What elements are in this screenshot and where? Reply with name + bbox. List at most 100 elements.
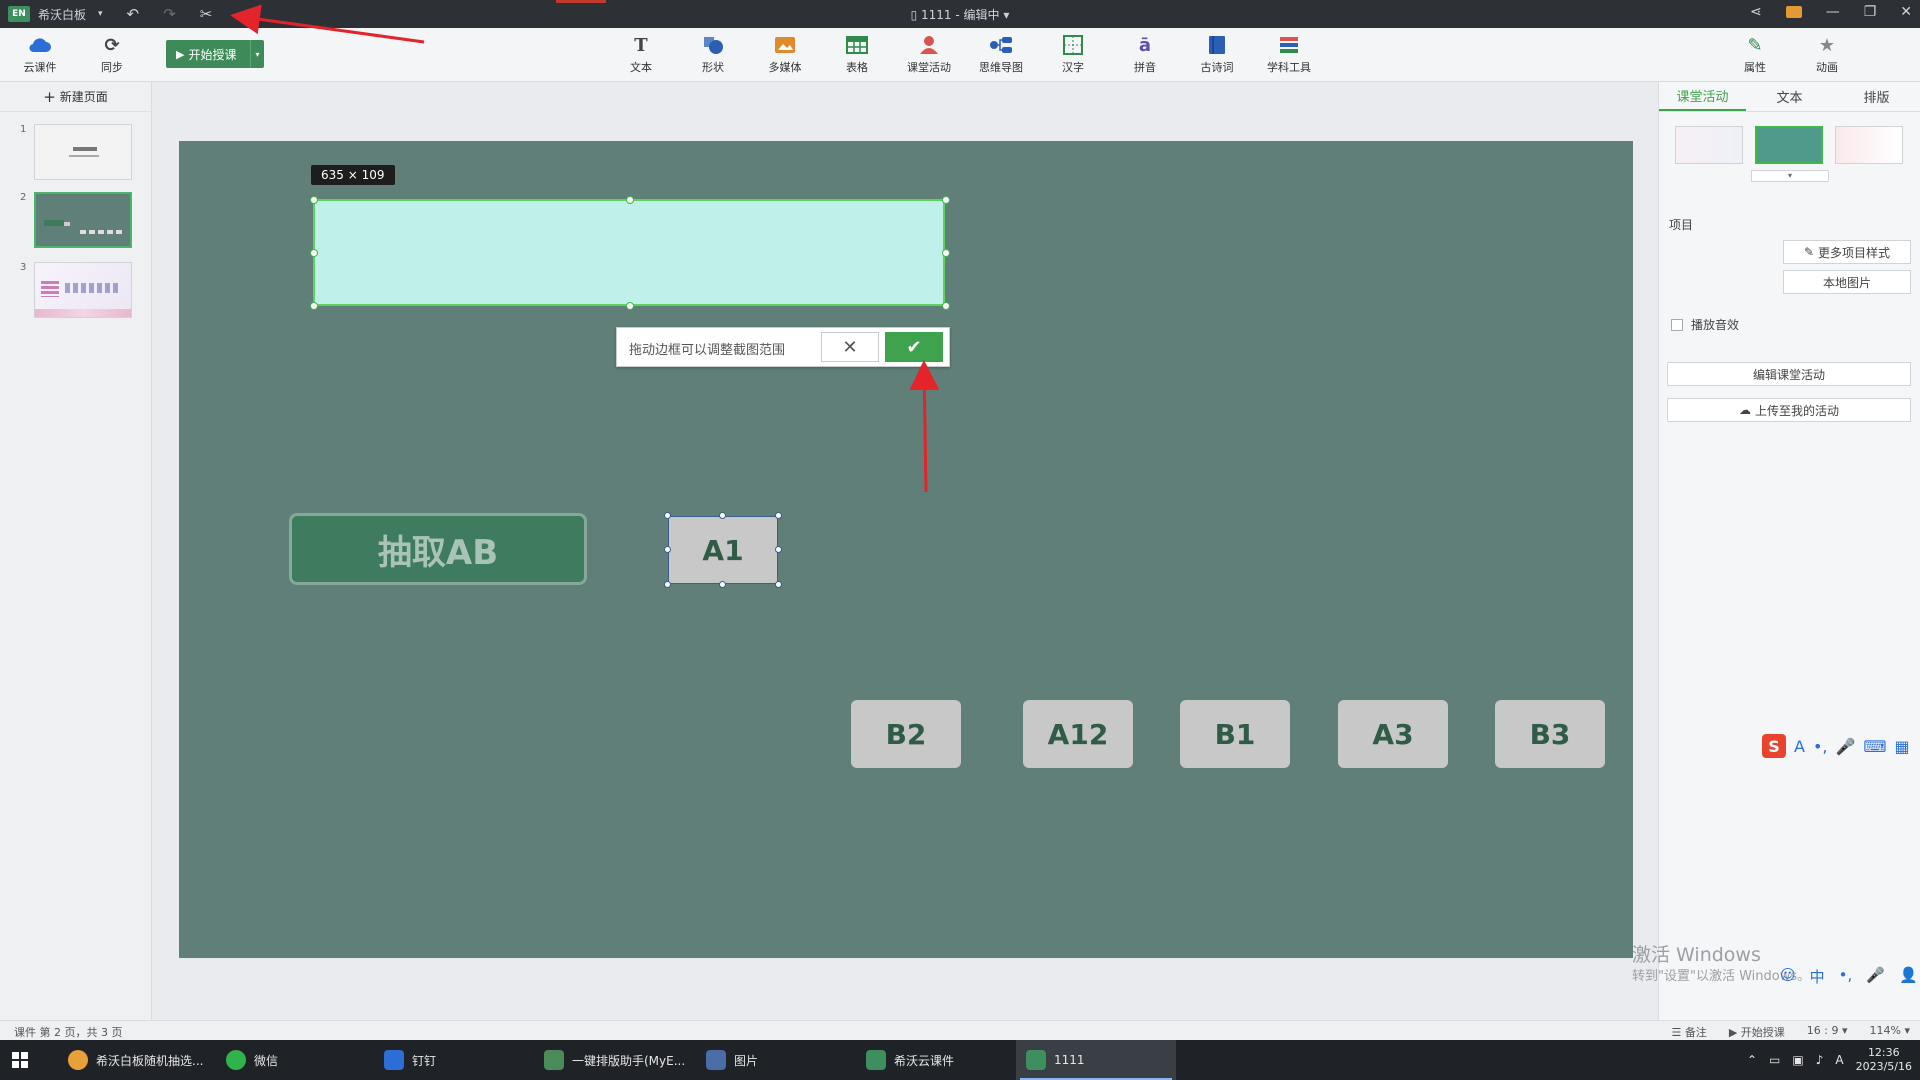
toolbar-item-text[interactable]: T 文本 [611,34,671,75]
start-teaching-status-button[interactable]: ▶ 开始授课 [1729,1024,1785,1040]
properties-button[interactable]: ✎ 属性 [1725,34,1785,75]
template-thumbnail-selected[interactable] [1755,126,1823,164]
crop-handle-se[interactable] [942,302,950,310]
card-handle-e[interactable] [775,546,782,553]
sync-button[interactable]: ⟳ 同步 [82,34,142,75]
taskbar-item[interactable]: 图片 [696,1040,846,1080]
crop-confirm-button[interactable]: ✔ [885,332,943,362]
taskbar-item-active[interactable]: 1111 [1016,1040,1176,1080]
template-thumbnail[interactable] [1675,126,1743,164]
notes-button[interactable]: ☰ 备注 [1671,1024,1706,1040]
ime-mode-icon[interactable]: A [1794,737,1805,756]
start-teaching-dropdown-icon[interactable]: ▾ [250,40,264,68]
upload-activity-button[interactable]: ☁ 上传至我的活动 [1667,398,1911,422]
tab-text[interactable]: 文本 [1746,82,1833,111]
taskbar-item[interactable]: 希沃白板随机抽选... [58,1040,208,1080]
minimize-icon[interactable]: — [1826,4,1840,20]
keyboard-icon[interactable]: ⌨ [1863,737,1886,756]
page-thumbnail-2[interactable]: 2 [0,192,152,252]
card[interactable]: B1 [1180,700,1290,768]
card-handle-s[interactable] [719,581,726,588]
taskbar-item[interactable]: 微信 [216,1040,366,1080]
cloud-button[interactable]: 云课件 [10,34,70,75]
chevron-up-icon[interactable]: ⌃ [1747,1053,1757,1067]
thumbnail-image [34,262,132,318]
toolbar-item-activity[interactable]: 课堂活动 [899,34,959,75]
crop-handle-n[interactable] [626,196,634,204]
tab-layout[interactable]: 排版 [1833,82,1920,111]
toolbar-item-hanzi[interactable]: 汉字 [1043,34,1103,75]
undo-icon[interactable]: ↶ [127,5,140,23]
draw-ab-button[interactable]: 抽取AB [289,513,587,585]
windows-start-icon[interactable] [12,1052,28,1068]
sogou-ime-icon[interactable]: S [1762,734,1786,758]
app-menu-caret-icon[interactable]: ▾ [98,9,103,19]
taskbar-item[interactable]: 希沃云课件 [856,1040,1016,1080]
crop-selection-box[interactable] [313,199,945,306]
zoom-select[interactable]: 114% ▾ [1870,1024,1910,1040]
aspect-ratio-select[interactable]: 16 : 9 ▾ [1807,1024,1848,1040]
card-handle-ne[interactable] [775,512,782,519]
taskbar-item[interactable]: 钉钉 [374,1040,524,1080]
selected-card[interactable]: A1 [668,516,778,584]
more-item-styles-button[interactable]: ✎ 更多项目样式 [1783,240,1911,264]
toolbar-item-table[interactable]: 表格 [827,34,887,75]
ime-indicator[interactable]: A [1835,1053,1843,1067]
monitor-icon[interactable]: ▣ [1792,1053,1803,1067]
toolbar-item-poem[interactable]: 古诗词 [1187,34,1247,75]
card-handle-nw[interactable] [664,512,671,519]
card-handle-n[interactable] [719,512,726,519]
animation-button[interactable]: ★ 动画 [1797,34,1857,75]
microphone-icon[interactable]: 🎤 [1835,737,1855,756]
microphone-icon[interactable]: 🎤 [1866,966,1885,987]
local-image-button[interactable]: 本地图片 [1783,270,1911,294]
ime-emoji-icon[interactable]: ☺ [1780,966,1796,987]
slide[interactable]: 635 × 109 拖动边框可以调整截图范围 ✕ ✔ 抽取AB A1 B2 A1… [179,141,1633,958]
expand-templates-icon[interactable]: ▾ [1751,170,1829,182]
close-icon[interactable]: ✕ [1900,4,1912,20]
user-icon[interactable]: 👤 [1899,966,1918,987]
card-handle-sw[interactable] [664,581,671,588]
grid-icon[interactable]: ▦ [1895,737,1910,756]
card[interactable]: B2 [851,700,961,768]
redo-icon[interactable]: ↷ [163,5,176,23]
toolbar-item-pinyin[interactable]: ā 拼音 [1115,34,1175,75]
template-thumbnail[interactable] [1835,126,1903,164]
scissors-icon[interactable]: ✂ [200,5,213,23]
toolbar-item-shape[interactable]: 形状 [683,34,743,75]
page-thumbnail-1[interactable]: 1 [0,124,152,184]
crop-handle-ne[interactable] [942,196,950,204]
crop-handle-e[interactable] [942,249,950,257]
card[interactable]: B3 [1495,700,1605,768]
app-name[interactable]: 希沃白板 [38,6,86,23]
crop-cancel-button[interactable]: ✕ [821,332,879,362]
toolbar-item-media[interactable]: 多媒体 [755,34,815,75]
volume-icon[interactable]: ♪ [1816,1053,1824,1067]
edit-activity-button[interactable]: 编辑课堂活动 [1667,362,1911,386]
crop-handle-sw[interactable] [310,302,318,310]
start-teaching-button[interactable]: ▶ 开始授课 ▾ [166,40,264,68]
network-icon[interactable]: ▭ [1769,1053,1780,1067]
clock[interactable]: 12:36 2023/5/16 [1856,1046,1912,1074]
punctuation-icon[interactable]: •, [1839,966,1853,987]
card[interactable]: A3 [1338,700,1448,768]
crop-handle-s[interactable] [626,302,634,310]
new-page-button[interactable]: + 新建页面 [0,82,151,112]
crop-handle-w[interactable] [310,249,318,257]
card-handle-se[interactable] [775,581,782,588]
taskbar-item[interactable]: 一键排版助手(MyE... [534,1040,694,1080]
tab-classroom-activity[interactable]: 课堂活动 [1659,82,1746,111]
play-sound-checkbox[interactable] [1671,318,1683,331]
card-handle-w[interactable] [664,546,671,553]
play-sound-option[interactable]: 播放音效 [1671,316,1739,333]
card[interactable]: A12 [1023,700,1133,768]
toolbar-item-tools[interactable]: 学科工具 [1259,34,1319,75]
crop-handle-nw[interactable] [310,196,318,204]
punctuation-icon[interactable]: •, [1813,737,1828,756]
restore-icon[interactable]: ❐ [1864,4,1877,20]
toolbar-item-mindmap[interactable]: 思维导图 [971,34,1031,75]
mail-icon[interactable] [1785,6,1802,18]
page-thumbnail-3[interactable]: 3 [0,262,152,322]
share-icon[interactable]: ⋖ [1750,4,1762,20]
chinese-mode-icon[interactable]: 中 [1810,966,1825,987]
